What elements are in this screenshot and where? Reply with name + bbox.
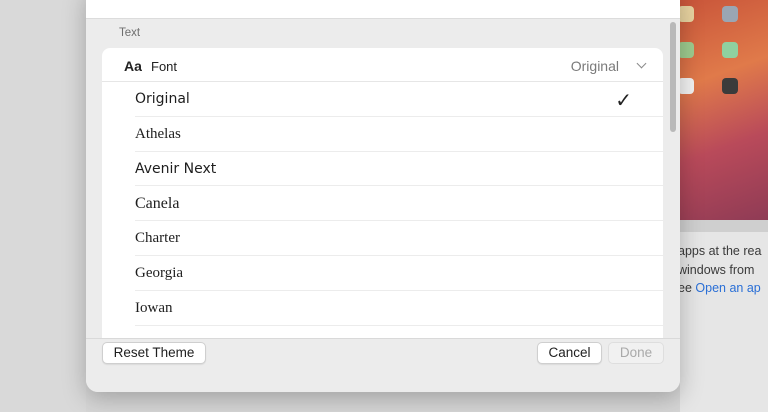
font-option-avenir-next[interactable]: Avenir Next bbox=[135, 152, 663, 187]
background-window-right: apps at the rea windows from ee Open an … bbox=[678, 0, 768, 412]
app-icon bbox=[678, 6, 694, 22]
font-option-label: Iowan bbox=[135, 299, 173, 316]
font-option-label: Georgia bbox=[135, 264, 184, 281]
font-option-athelas[interactable]: Athelas bbox=[135, 117, 663, 152]
dialog-footer: Reset Theme Cancel Done bbox=[86, 338, 680, 392]
checkmark-icon: ✓ bbox=[615, 90, 632, 112]
font-option-iowan[interactable]: Iowan bbox=[135, 291, 663, 326]
app-icon bbox=[722, 78, 738, 94]
font-option-label: Avenir Next bbox=[135, 160, 217, 177]
font-popup-button[interactable]: Aa Font Original bbox=[102, 48, 663, 82]
help-text-line: windows from bbox=[678, 263, 755, 277]
background-window-left bbox=[0, 0, 86, 412]
open-app-link[interactable]: Open an ap bbox=[695, 281, 760, 295]
app-icon bbox=[722, 6, 738, 22]
font-option-label: Athelas bbox=[135, 125, 181, 142]
font-aa-icon: Aa bbox=[124, 58, 142, 74]
app-icon bbox=[678, 42, 694, 58]
ipad-preview-image bbox=[678, 0, 768, 220]
font-panel: Aa Font Original Original ✓ Athelas Aven… bbox=[102, 48, 663, 338]
app-icon bbox=[722, 42, 738, 58]
scrollbar-thumb[interactable] bbox=[670, 22, 676, 132]
dialog-top-bar bbox=[86, 0, 680, 19]
done-button[interactable]: Done bbox=[608, 342, 664, 364]
reset-theme-button[interactable]: Reset Theme bbox=[102, 342, 206, 364]
theme-dialog: Text Aa Font Original Original ✓ Athelas… bbox=[86, 0, 680, 392]
ipad-frame bbox=[680, 220, 768, 232]
font-label: Font bbox=[151, 59, 178, 74]
help-text-line: ee Open an ap bbox=[678, 281, 761, 295]
chevron-down-icon bbox=[636, 58, 647, 69]
app-icon bbox=[678, 78, 694, 94]
cancel-button[interactable]: Cancel bbox=[537, 342, 602, 364]
font-option-label: Original bbox=[135, 91, 190, 107]
section-label-text: Text bbox=[119, 27, 141, 39]
font-option-original[interactable]: Original ✓ bbox=[135, 82, 663, 117]
font-option-label: Charter bbox=[135, 230, 180, 247]
font-current-value: Original bbox=[570, 58, 619, 74]
font-option-label: Canela bbox=[135, 195, 180, 213]
help-text-line: apps at the rea bbox=[678, 244, 762, 258]
font-option-canela[interactable]: Canela bbox=[135, 186, 663, 222]
font-option-charter[interactable]: Charter bbox=[135, 221, 663, 256]
font-option-georgia[interactable]: Georgia bbox=[135, 256, 663, 291]
font-list: Original ✓ Athelas Avenir Next Canela Ch… bbox=[102, 82, 663, 326]
